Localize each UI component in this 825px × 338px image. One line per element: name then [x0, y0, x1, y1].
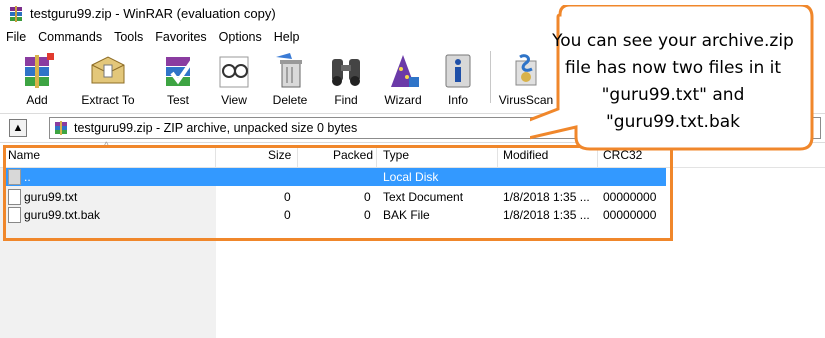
annotation-highlight-box — [3, 145, 673, 241]
test-icon — [158, 51, 198, 91]
wizard-icon — [383, 51, 423, 91]
annotation-text: You can see your archive.zip file has no… — [552, 31, 794, 132]
find-icon — [326, 51, 366, 91]
zip-archive-icon — [54, 121, 68, 135]
info-button[interactable]: Info — [432, 47, 484, 107]
test-button[interactable]: Test — [150, 47, 206, 107]
menu-file[interactable]: File — [0, 30, 32, 44]
add-icon — [17, 51, 57, 91]
extract-to-icon — [88, 51, 128, 91]
delete-icon — [270, 51, 310, 91]
address-text: testguru99.zip - ZIP archive, unpacked s… — [74, 121, 358, 135]
up-folder-button[interactable]: ▲ — [9, 119, 27, 137]
info-icon — [438, 51, 478, 91]
menu-tools[interactable]: Tools — [108, 30, 149, 44]
add-button[interactable]: Add — [8, 47, 66, 107]
wizard-button[interactable]: Wizard — [374, 47, 432, 107]
menu-help[interactable]: Help — [268, 30, 306, 44]
view-button[interactable]: View — [206, 47, 262, 107]
delete-button[interactable]: Delete — [262, 47, 318, 107]
menu-commands[interactable]: Commands — [32, 30, 108, 44]
winrar-app-icon — [8, 5, 24, 22]
menu-favorites[interactable]: Favorites — [149, 30, 212, 44]
toolbar-separator — [490, 51, 491, 103]
find-button[interactable]: Find — [318, 47, 374, 107]
menu-options[interactable]: Options — [213, 30, 268, 44]
window-title: testguru99.zip - WinRAR (evaluation copy… — [30, 6, 276, 21]
arrow-up-icon: ▲ — [12, 122, 24, 134]
extract-to-button[interactable]: Extract To — [66, 47, 150, 107]
view-icon — [214, 51, 254, 91]
